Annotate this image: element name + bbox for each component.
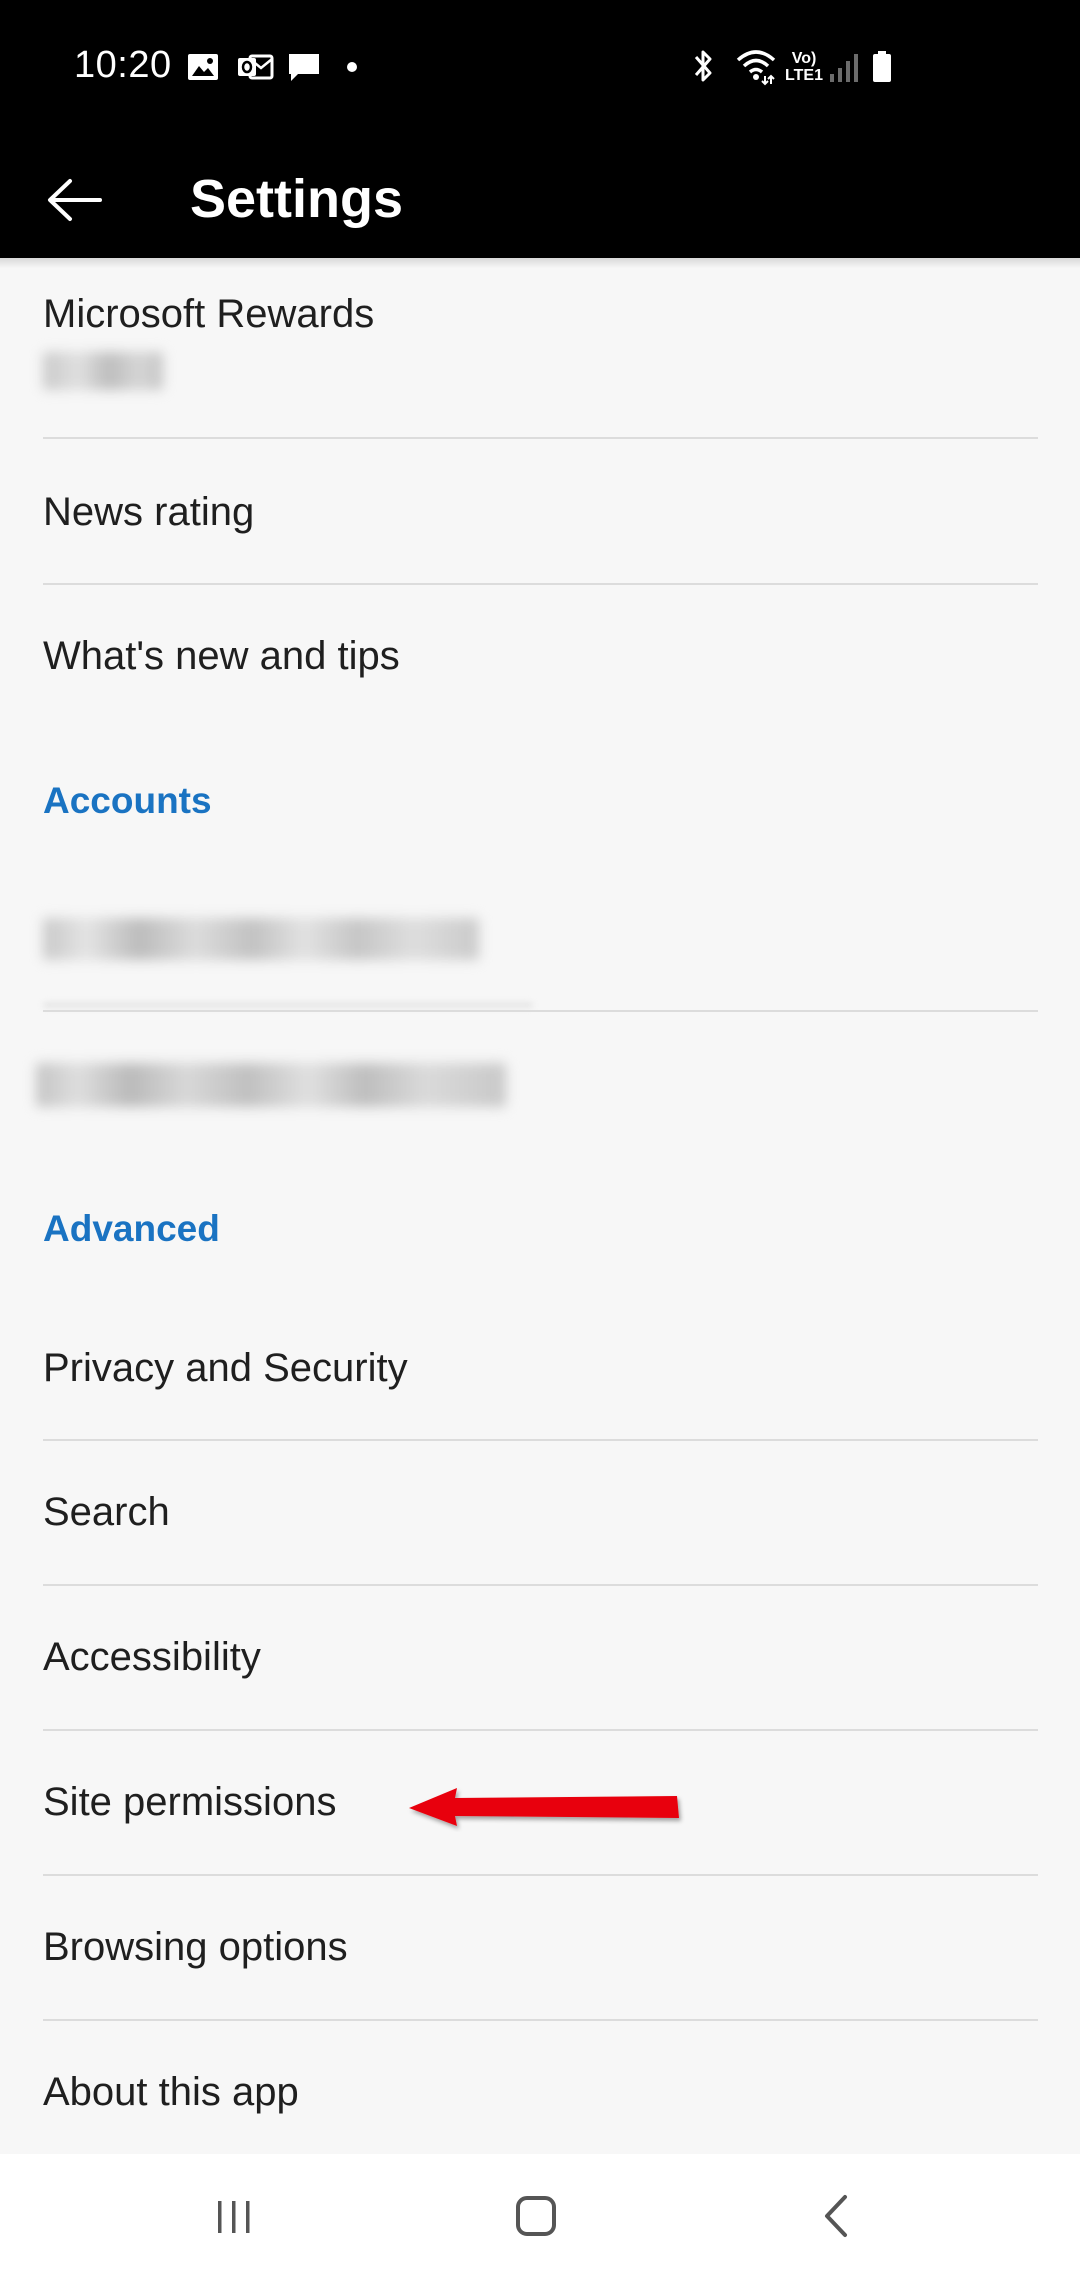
advanced-section-header: Advanced: [43, 1208, 220, 1249]
bluetooth-icon: [694, 50, 712, 82]
whats-new-item[interactable]: What's new and tips: [0, 586, 1080, 726]
account-email-underline: [43, 1002, 533, 1008]
back-button[interactable]: [30, 160, 118, 240]
microsoft-rewards-label: Microsoft Rewards: [43, 292, 375, 336]
status-bar: 10:20 Vo) LTE1: [0, 0, 1080, 140]
divider: [43, 1439, 1038, 1441]
accounts-section-header: Accounts: [43, 780, 212, 821]
divider: [43, 2019, 1038, 2021]
account-email-redacted: [43, 918, 479, 960]
accessibility-item[interactable]: Accessibility: [0, 1587, 1080, 1730]
home-button[interactable]: [486, 2176, 586, 2256]
gallery-icon: [188, 54, 218, 80]
search-label: Search: [43, 1490, 170, 1534]
rewards-points-redacted: [43, 352, 163, 390]
home-icon: [516, 2196, 556, 2236]
about-app-label: About this app: [43, 2070, 299, 2114]
news-rating-label: News rating: [43, 490, 255, 534]
signal-icon: [830, 54, 858, 82]
divider: [43, 1010, 1038, 1012]
search-item[interactable]: Search: [0, 1442, 1080, 1585]
whats-new-label: What's new and tips: [43, 634, 400, 678]
privacy-security-item[interactable]: Privacy and Security: [0, 1296, 1080, 1440]
volte-icon: Vo) LTE1: [784, 50, 824, 84]
account-email-redacted: [36, 1063, 506, 1107]
outlook-icon: [238, 54, 274, 80]
privacy-security-label: Privacy and Security: [43, 1346, 408, 1390]
recents-button[interactable]: [184, 2176, 284, 2256]
message-icon: [289, 54, 319, 81]
nav-back-button[interactable]: [788, 2176, 888, 2256]
lte-label: LTE1: [785, 67, 823, 84]
accessibility-label: Accessibility: [43, 1635, 261, 1679]
page-title: Settings: [190, 169, 404, 229]
recents-icon: [218, 2201, 250, 2233]
divider: [43, 437, 1038, 439]
divider: [43, 1584, 1038, 1586]
app-bar-shadow: [0, 258, 1080, 268]
wifi-icon: [736, 50, 776, 86]
account-item[interactable]: [0, 872, 1080, 1012]
app-bar: Settings: [0, 140, 1080, 258]
browsing-options-label: Browsing options: [43, 1925, 348, 1969]
microsoft-rewards-item[interactable]: Microsoft Rewards: [0, 270, 1080, 438]
arrow-left-icon: [48, 179, 102, 221]
battery-icon: [873, 51, 891, 82]
browsing-options-item[interactable]: Browsing options: [0, 1877, 1080, 2020]
dot-icon: [347, 62, 357, 72]
system-nav-bar: [0, 2154, 1080, 2280]
annotation-arrow-icon: [409, 1788, 679, 1826]
volte-label: Vo): [791, 50, 817, 67]
about-app-item[interactable]: About this app: [0, 2022, 1080, 2154]
back-icon: [825, 2195, 847, 2237]
site-permissions-label: Site permissions: [43, 1780, 337, 1824]
status-time: 10:20: [74, 44, 172, 86]
settings-screen: 10:20 Vo) LTE1 Settings Microsoft Reward…: [0, 0, 1080, 2280]
divider: [43, 583, 1038, 585]
divider: [43, 1729, 1038, 1731]
news-rating-item[interactable]: News rating: [0, 440, 1080, 584]
account-item[interactable]: [0, 1013, 1080, 1153]
divider: [43, 1874, 1038, 1876]
